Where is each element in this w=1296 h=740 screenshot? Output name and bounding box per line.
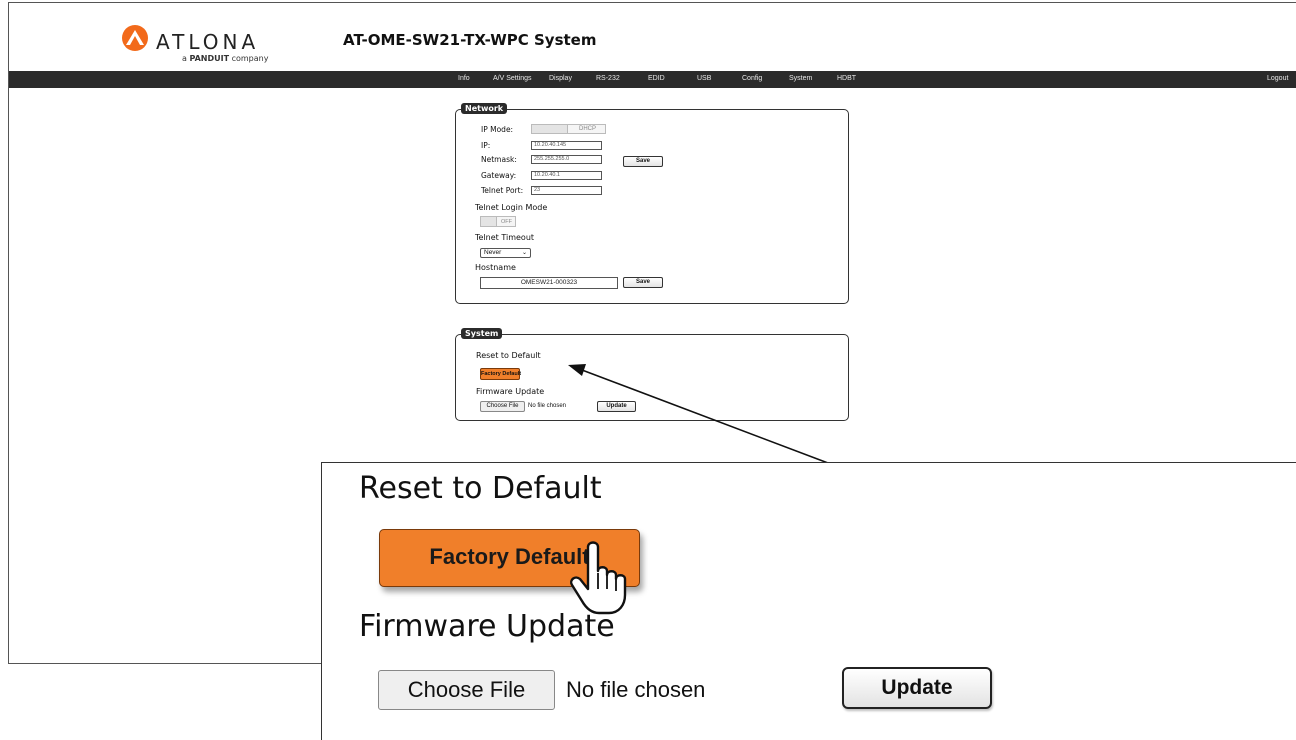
network-legend: Network bbox=[461, 103, 508, 114]
nav-usb[interactable]: USB bbox=[697, 75, 711, 82]
hostname-label: Hostname bbox=[475, 263, 516, 272]
atlona-logo-icon bbox=[122, 25, 148, 51]
gateway-label: Gateway: bbox=[481, 171, 517, 180]
ip-mode-toggle-knob bbox=[532, 125, 568, 133]
telnet-login-toggle-knob bbox=[481, 217, 497, 226]
nav-hdbt[interactable]: HDBT bbox=[837, 75, 856, 82]
nav-logout[interactable]: Logout bbox=[1267, 75, 1288, 82]
logo-tagline: a PANDUIT company bbox=[182, 54, 269, 63]
logo-wordmark: ATLONA bbox=[156, 30, 260, 54]
no-file-chosen-text: No file chosen bbox=[528, 403, 567, 409]
ip-mode-toggle-text: DHCP bbox=[578, 126, 596, 132]
reset-to-default-label: Reset to Default bbox=[476, 351, 541, 360]
telnet-login-mode-toggle[interactable]: OFF bbox=[480, 216, 516, 227]
telnet-port-input[interactable]: 23 bbox=[531, 186, 602, 195]
netmask-input[interactable]: 255.255.255.0 bbox=[531, 155, 602, 164]
zoom-no-file-chosen-text: No file chosen bbox=[566, 677, 706, 702]
netmask-label: Netmask: bbox=[481, 155, 517, 164]
nav-av-settings[interactable]: A/V Settings bbox=[493, 75, 532, 82]
nav-edid[interactable]: EDID bbox=[648, 75, 665, 82]
chevron-down-icon: ⌄ bbox=[521, 250, 527, 256]
telnet-timeout-value: Never bbox=[484, 249, 502, 256]
ip-mode-label: IP Mode: bbox=[481, 125, 514, 134]
telnet-timeout-select[interactable]: Never ⌄ bbox=[480, 248, 531, 258]
zoom-reset-to-default-label: Reset to Default bbox=[359, 471, 602, 506]
ip-label: IP: bbox=[481, 141, 491, 150]
telnet-port-label: Telnet Port: bbox=[481, 186, 524, 195]
telnet-login-mode-label: Telnet Login Mode bbox=[475, 203, 548, 212]
nav-info[interactable]: Info bbox=[458, 75, 470, 82]
zoom-update-button[interactable]: Update bbox=[842, 667, 992, 709]
nav-rs232[interactable]: RS-232 bbox=[596, 75, 620, 82]
zoom-choose-file-button[interactable]: Choose File bbox=[378, 670, 555, 710]
zoom-callout: Reset to Default Factory Default Firmwar… bbox=[321, 462, 1296, 740]
telnet-timeout-label: Telnet Timeout bbox=[475, 233, 535, 242]
page-title: AT-OME-SW21-TX-WPC System bbox=[343, 31, 597, 49]
firmware-update-button[interactable]: Update bbox=[597, 401, 636, 412]
ip-input[interactable]: 10.20.40.145 bbox=[531, 141, 602, 150]
system-legend: System bbox=[461, 328, 503, 339]
firmware-update-label: Firmware Update bbox=[476, 387, 545, 396]
factory-default-button[interactable]: Factory Default bbox=[480, 368, 521, 380]
top-navbar: Info A/V Settings Display RS-232 EDID US… bbox=[9, 71, 1296, 88]
telnet-login-toggle-text: OFF bbox=[501, 219, 512, 225]
nav-display[interactable]: Display bbox=[549, 75, 572, 82]
gateway-input[interactable]: 10.20.40.1 bbox=[531, 171, 602, 180]
choose-file-button[interactable]: Choose File bbox=[480, 401, 525, 412]
hostname-input[interactable]: OMESW21-000323 bbox=[480, 277, 618, 289]
network-save-button[interactable]: Save bbox=[623, 156, 663, 167]
ip-mode-toggle[interactable]: DHCP bbox=[531, 124, 606, 134]
nav-system[interactable]: System bbox=[789, 75, 812, 82]
nav-config[interactable]: Config bbox=[742, 75, 762, 82]
hostname-save-button[interactable]: Save bbox=[623, 277, 663, 288]
zoom-firmware-update-label: Firmware Update bbox=[359, 609, 615, 644]
